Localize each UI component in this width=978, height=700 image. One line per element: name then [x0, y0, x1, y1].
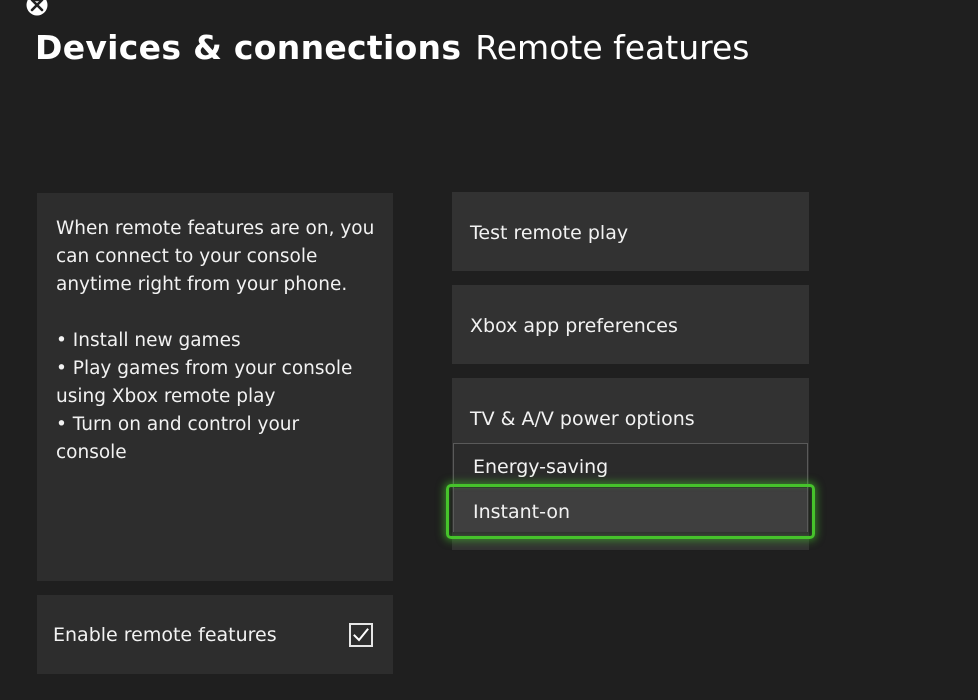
page-title: Remote features	[475, 28, 750, 67]
enable-remote-features-toggle[interactable]: Enable remote features	[37, 595, 393, 674]
xbox-app-preferences-label: Xbox app preferences	[470, 315, 678, 337]
info-bullet: • Install new games	[56, 330, 241, 351]
enable-remote-features-label: Enable remote features	[53, 624, 277, 646]
xbox-logo-icon	[26, 0, 48, 16]
power-options-dropdown: Energy-saving Instant-on	[453, 443, 808, 532]
remote-features-info-panel: When remote features are on, you can con…	[37, 193, 393, 581]
info-description: When remote features are on, you can con…	[56, 218, 375, 295]
page-header: Devices & connections Remote features	[35, 26, 749, 76]
info-bullet-list: • Install new games • Play games from yo…	[56, 327, 375, 467]
test-remote-play-button[interactable]: Test remote play	[452, 192, 809, 271]
tv-av-power-options-label: TV & A/V power options	[470, 408, 695, 430]
option-instant-on-label: Instant-on	[473, 501, 571, 523]
option-energy-saving[interactable]: Energy-saving	[454, 444, 807, 488]
option-instant-on[interactable]: Instant-on	[454, 488, 807, 532]
info-bullet: • Play games from your console using Xbo…	[56, 358, 353, 407]
section-title: Devices & connections	[35, 28, 462, 67]
enable-remote-features-checkbox[interactable]	[349, 623, 373, 647]
option-energy-saving-label: Energy-saving	[473, 456, 609, 478]
test-remote-play-label: Test remote play	[470, 222, 629, 244]
checkmark-icon	[353, 628, 369, 642]
xbox-app-preferences-button[interactable]: Xbox app preferences	[452, 285, 809, 364]
info-bullet: • Turn on and control your console	[56, 414, 300, 463]
